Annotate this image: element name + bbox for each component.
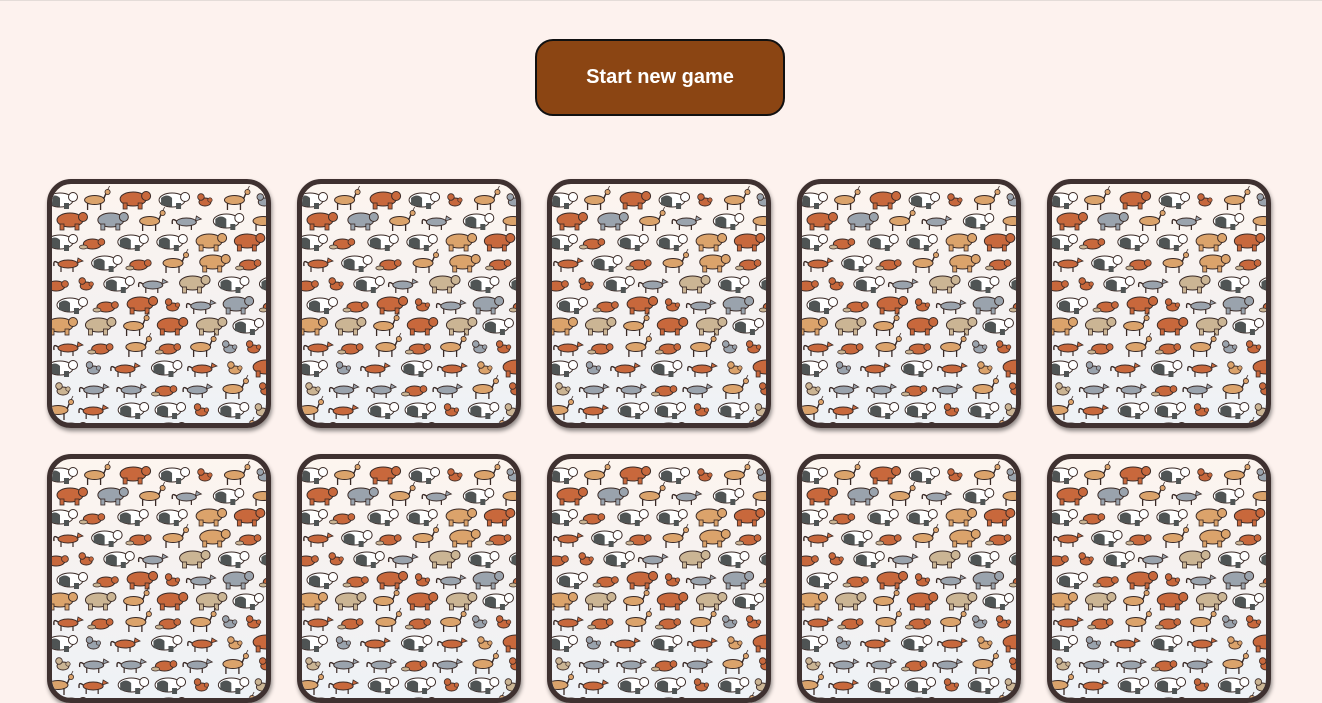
animal-pattern-icon: [52, 185, 266, 423]
animal-pattern-icon: [302, 185, 516, 423]
animal-pattern-icon: [1052, 460, 1266, 698]
animal-pattern-icon: [1052, 185, 1266, 423]
animal-pattern-icon: [552, 185, 766, 423]
memory-card[interactable]: [297, 454, 521, 703]
memory-card[interactable]: [1047, 454, 1271, 703]
memory-card[interactable]: [47, 454, 271, 703]
memory-card[interactable]: [547, 454, 771, 703]
animal-pattern-icon: [802, 460, 1016, 698]
card-grid: [0, 0, 1322, 703]
memory-card[interactable]: [47, 179, 271, 428]
animal-pattern-icon: [552, 460, 766, 698]
memory-card[interactable]: [1047, 179, 1271, 428]
animal-pattern-icon: [52, 460, 266, 698]
memory-card[interactable]: [297, 179, 521, 428]
animal-pattern-icon: [302, 460, 516, 698]
memory-card[interactable]: [547, 179, 771, 428]
animal-pattern-icon: [802, 185, 1016, 423]
memory-card[interactable]: [797, 179, 1021, 428]
memory-card[interactable]: [797, 454, 1021, 703]
